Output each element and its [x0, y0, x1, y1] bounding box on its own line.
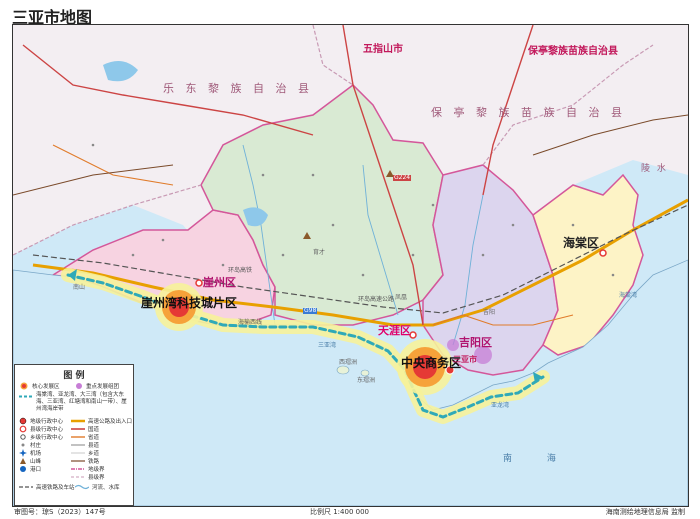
label-jiyang-district: 吉阳区 — [459, 336, 492, 349]
label-jiyang-town: 吉阳 — [483, 309, 496, 316]
legend-label: 机场 — [30, 451, 42, 457]
legend-item-township-center: 乡级行政中心 — [19, 433, 63, 441]
legend-label: 省道 — [88, 435, 100, 441]
label-haitang-bay: 海棠湾 — [619, 292, 638, 299]
legend-label: 县级界 — [88, 475, 105, 481]
legend-item-prefecture-center: 地级行政中心 — [19, 417, 63, 425]
ximao-island — [336, 365, 350, 375]
legend-item-core-zone: 核心发展区 — [19, 382, 60, 390]
legend-item-airport: 机场 — [19, 449, 41, 457]
legend-label: 乡级行政中心 — [30, 435, 64, 441]
township-center-icon — [20, 434, 26, 440]
legend-item-prefecture-boundary: 地级界 — [71, 465, 105, 473]
peak-icon — [20, 458, 26, 464]
label-g98: G98 — [303, 307, 318, 314]
prefecture-boundary-icon — [71, 468, 85, 470]
publisher-credit: 海南测绘地理信息局 监制 — [605, 508, 685, 516]
scale-text: 比例尺 1:400 000 — [310, 508, 369, 516]
legend-label: 重点发展组团 — [86, 384, 120, 390]
legend-label: 乡道 — [88, 451, 100, 457]
legend-label: 国道 — [88, 427, 100, 433]
legend-label: 县道 — [88, 443, 100, 449]
legend-item-river: 河流、水库 — [75, 483, 120, 491]
county-boundary-icon — [71, 476, 85, 478]
legend-item-peak: 山峰 — [19, 457, 41, 465]
map-footer: 审图号：琼S（2023）147号 比例尺 1:400 000 海南测绘地理信息局… — [12, 506, 689, 518]
highspeed-rail-icon — [19, 486, 33, 488]
legend-label: 村庄 — [30, 443, 42, 449]
label-ximao: 西瑁洲 — [339, 359, 358, 366]
port-icon — [20, 466, 26, 472]
legend-title: 图 例 — [63, 371, 85, 381]
label-haitang-district: 海棠区 — [563, 236, 600, 250]
legend-item-key-cluster: 重点发展组团 — [75, 382, 119, 390]
key-cluster-icon — [76, 383, 82, 389]
legend-label: 县级行政中心 — [30, 427, 64, 433]
national-road-icon — [71, 428, 85, 430]
key-cluster-marker — [447, 339, 459, 351]
label-ring-railway: 环岛高铁 — [228, 267, 253, 274]
provincial-road-icon — [71, 436, 85, 438]
label-cbd-hub: 中央商务区 — [401, 356, 462, 370]
legend-label: 山峰 — [30, 459, 42, 465]
airport-icon — [19, 449, 27, 457]
district-center-haitang — [599, 249, 607, 257]
label-ring-expressway: 环岛高速公路 — [358, 296, 395, 303]
label-coast-road: 海榆西线 — [238, 319, 263, 326]
legend-item-provincial-road: 省道 — [71, 433, 99, 441]
river-icon — [75, 484, 89, 490]
label-baoting-band: 保 亭 黎 族 苗 族 自 治 县 — [431, 106, 626, 119]
legend-item-national-road: 国道 — [71, 425, 99, 433]
township-road-icon — [71, 452, 85, 454]
legend-item-county-boundary: 县级界 — [71, 473, 105, 481]
legend-label: 核心发展区 — [32, 384, 60, 390]
dongmao-island — [360, 369, 370, 377]
legend-item-village: 村庄 — [19, 441, 41, 449]
district-center-yazhou — [195, 279, 203, 287]
label-sanya-bay: 三亚湾 — [318, 342, 337, 349]
legend-label: 高速公路及出入口 — [88, 419, 133, 425]
legend-item-port: 港口 — [19, 465, 41, 473]
legend-item-township-road: 乡道 — [71, 449, 99, 457]
label-nanshan: 南山 — [73, 284, 86, 291]
legend-label: 海棠湾、亚龙湾、大三湾（包含大东海、三亚湾、红塘湾和南山一带）、崖州湾海岸带 — [36, 392, 127, 412]
label-lingshui: 陵 水 — [641, 164, 668, 174]
label-g224: G224 — [393, 174, 412, 181]
village-icon — [21, 443, 25, 447]
legend-label: 高速铁路及车站 — [36, 485, 75, 491]
label-dongmao: 东瑁洲 — [357, 377, 376, 384]
legend-item-county-road: 县道 — [71, 441, 99, 449]
railway-icon — [71, 460, 85, 462]
expressway-icon — [71, 419, 85, 423]
label-tianya-district: 天涯区 — [378, 324, 411, 337]
county-center-icon — [19, 425, 27, 433]
label-yalong-bay: 亚龙湾 — [491, 402, 510, 409]
prefecture-center-icon — [19, 417, 27, 425]
map-legend: 图 例 核心发展区 重点发展组团 海棠湾、亚龙湾、大三湾（包含大东海、三亚湾、红… — [14, 364, 134, 506]
legend-item-railway: 铁路 — [71, 457, 99, 465]
coast-band-icon — [19, 395, 33, 398]
legend-item-highspeed-rail: 高速铁路及车站 — [19, 483, 75, 491]
county-road-icon — [71, 444, 85, 446]
legend-label: 港口 — [30, 467, 42, 473]
label-wuzhishan: 五指山市 — [363, 44, 403, 55]
legend-label: 铁路 — [88, 459, 100, 465]
label-fenghuang: 凤凰 — [395, 294, 408, 301]
legend-label: 地级行政中心 — [30, 419, 64, 425]
label-baoting: 保亭黎族苗族自治县 — [528, 46, 618, 57]
label-ledong: 乐 东 黎 族 自 治 县 — [163, 82, 313, 95]
legend-label: 地级界 — [88, 467, 105, 473]
legend-label: 河流、水库 — [92, 485, 120, 491]
map-sheet: 三亚市地图 五指山市 保亭黎族苗族自治县 乐 东 黎 族 自 治 县 保 亭 黎… — [0, 0, 700, 519]
label-south-sea: 南 海 — [503, 454, 572, 464]
legend-item-county-center: 县级行政中心 — [19, 425, 63, 433]
label-yazhou-district: 崖州区 — [203, 276, 236, 289]
legend-item-coast-band: 海棠湾、亚龙湾、大三湾（包含大东海、三亚湾、红塘湾和南山一带）、崖州湾海岸带 — [19, 392, 131, 413]
approval-number: 审图号：琼S（2023）147号 — [14, 508, 106, 516]
label-yucai: 育才 — [313, 249, 326, 256]
label-yazhou-bay-hub: 崖州湾科技城片区 — [141, 296, 238, 310]
legend-item-expressway: 高速公路及出入口 — [71, 417, 132, 425]
label-sanya-city: 三亚市 — [453, 355, 477, 364]
core-zone-icon — [20, 382, 28, 390]
